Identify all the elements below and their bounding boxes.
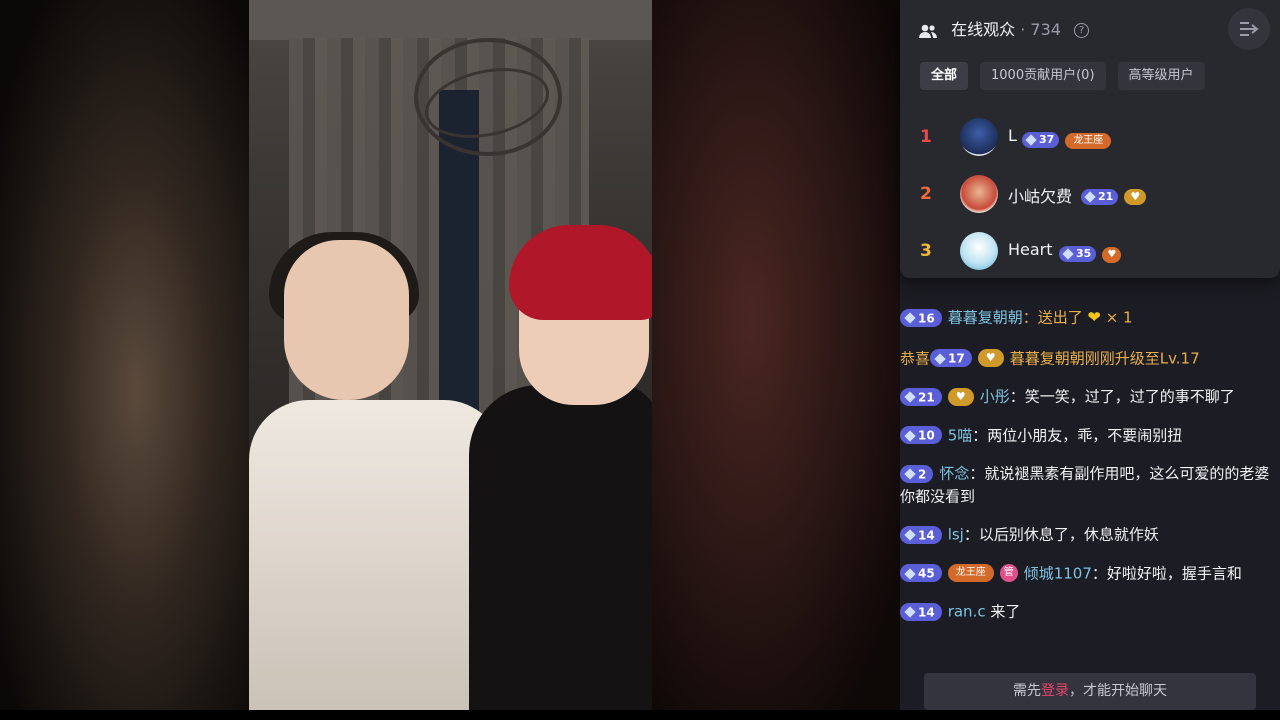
audience-row[interactable]: 2 小岵欠费 21 ♥ xyxy=(900,174,1280,214)
chat-username[interactable]: 小彤 xyxy=(980,388,1010,406)
audience-tabs: 全部 1000贡献用户(0) 高等级用户 xyxy=(920,62,1217,90)
level-badge: 21 xyxy=(1081,189,1119,205)
streamer-left xyxy=(249,400,504,710)
audience-row[interactable]: 3 Heart 35 ♥ xyxy=(900,231,1280,271)
rank-number: 2 xyxy=(920,184,932,204)
chat-message: 恭喜 17 ♥ 暮暮复朝朝刚刚升级至Lv.17 xyxy=(900,349,1200,367)
chat-list[interactable]: 16 16暮暮复朝朝：送出了 ❤ × 1 恭喜17♥暮暮复朝朝刚刚升级至Lv.1… xyxy=(900,262,1280,672)
streamer-right xyxy=(469,385,652,710)
level-badge: 10 xyxy=(900,426,942,444)
chat-message: 21 ♥ 小彤：笑一笑，过了，过了的事不聊了 xyxy=(900,385,1280,408)
level-badge: 14 xyxy=(900,602,942,621)
online-audience-popup: 在线观众 · 734 ? 全部 1000贡献用户(0) 高等级用户 1 L 37 龙王… xyxy=(900,0,1280,278)
fan-badge-icon: ♥ xyxy=(1102,247,1122,263)
chat-username[interactable]: lsj xyxy=(948,526,964,544)
tab-high-level[interactable]: 高等级用户 xyxy=(1117,62,1205,90)
viewer-name[interactable]: 小岵欠费 xyxy=(1008,183,1072,207)
chat-input-login-prompt[interactable]: 需先登录，才能开始聊天 xyxy=(924,673,1256,710)
audience-row[interactable]: 1 L 37 龙王座 xyxy=(900,117,1280,157)
heart-badge-icon: ♥ xyxy=(947,387,974,406)
login-link[interactable]: 登录 xyxy=(1041,683,1069,699)
level-badge: 37 xyxy=(1022,132,1060,148)
audience-title: 在线观众 xyxy=(951,20,1016,39)
chat-message: 10 5喵：两位小朋友，乖，不要闹别扭 xyxy=(900,424,1280,447)
viewer-name[interactable]: L xyxy=(1008,126,1017,145)
tab-contributors[interactable]: 1000贡献用户(0) xyxy=(980,62,1106,90)
admin-badge: 管 xyxy=(999,564,1018,582)
users-icon xyxy=(919,24,937,38)
level-badge: 21 xyxy=(900,387,942,406)
chat-message: 14 ran.c 来了 xyxy=(900,600,1280,623)
video-blur-right xyxy=(652,0,900,710)
avatar[interactable] xyxy=(960,232,998,270)
fan-badge: 龙王座 xyxy=(1065,133,1112,149)
live-video-player[interactable] xyxy=(0,0,900,710)
level-badge: 16 xyxy=(900,308,942,327)
audience-header: 在线观众 · 734 ? xyxy=(918,16,1090,42)
level-badge: 14 xyxy=(900,525,942,544)
rank-number: 1 xyxy=(920,127,932,147)
stream-frame xyxy=(249,0,652,710)
tab-all[interactable]: 全部 xyxy=(920,62,969,90)
heart-badge-icon: ♥ xyxy=(977,349,1004,367)
chat-message: 2 怀念：就说褪黑素有副作用吧，这么可爱的的老婆你都没看到 xyxy=(900,464,1270,505)
audience-count: 734 xyxy=(1030,20,1061,39)
chat-username[interactable]: 倾城1107 xyxy=(1024,564,1092,582)
chat-message: 45 龙王座管倾城1107：好啦好啦，握手言和 xyxy=(900,562,1280,585)
video-blur-left xyxy=(0,0,249,710)
avatar[interactable] xyxy=(960,175,998,213)
collapse-panel-button[interactable] xyxy=(1228,8,1270,50)
level-badge: 2 xyxy=(900,464,934,483)
level-badge: 17 xyxy=(930,349,972,367)
rank-number: 3 xyxy=(920,241,932,261)
viewer-name[interactable]: Heart xyxy=(1008,240,1053,259)
help-icon[interactable]: ? xyxy=(1074,23,1090,38)
chat-message: 14 lsj：以后别休息了，休息就作妖 xyxy=(900,523,1280,546)
chat-username[interactable]: 暮暮复朝朝 xyxy=(948,309,1023,327)
level-badge: 35 xyxy=(1059,246,1097,262)
chat-message: 16 暮暮复朝朝：送出了 ❤ × 1 xyxy=(900,306,1280,329)
level-badge: 45 xyxy=(900,564,942,582)
collapse-arrow-icon xyxy=(1240,22,1259,36)
gift-heart-icon: ❤ xyxy=(1087,307,1101,327)
chat-username[interactable]: 怀念 xyxy=(939,465,969,483)
chat-username[interactable]: 5喵 xyxy=(948,426,973,444)
avatar[interactable] xyxy=(960,118,998,156)
heart-badge-icon: ♥ xyxy=(1124,189,1147,205)
chat-username[interactable]: ran.c xyxy=(948,603,986,621)
fan-badge: 龙王座 xyxy=(947,564,994,582)
